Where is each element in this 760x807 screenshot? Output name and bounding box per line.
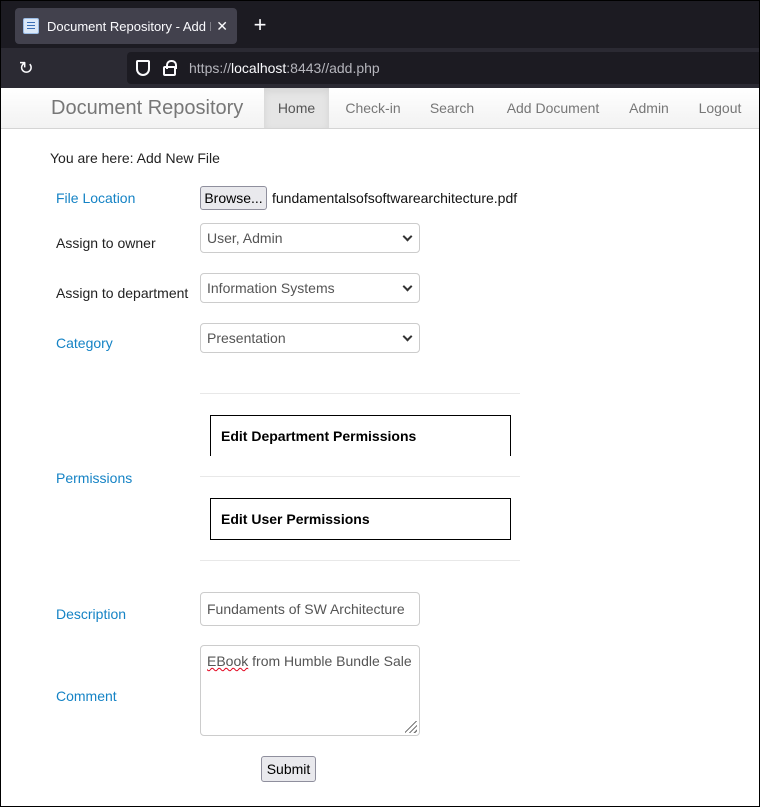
description-label[interactable]: Description <box>56 606 126 622</box>
address-bar[interactable]: https://localhost:8443//add.php <box>127 52 759 84</box>
edit-user-permissions-toggle[interactable]: Edit User Permissions <box>210 498 511 540</box>
permissions-label[interactable]: Permissions <box>56 470 132 486</box>
divider <box>200 476 520 477</box>
nav-home[interactable]: Home <box>264 88 329 128</box>
edit-department-permissions-toggle[interactable]: Edit Department Permissions <box>210 415 511 456</box>
chevron-down-icon <box>402 281 413 292</box>
brand-link[interactable]: Document Repository <box>51 97 243 120</box>
nav-add-document[interactable]: Add Document <box>497 88 609 128</box>
owner-select-value: User, Admin <box>207 230 283 246</box>
document-favicon-icon <box>23 18 39 34</box>
description-input[interactable]: Fundaments of SW Architecture <box>200 592 420 626</box>
nav-search[interactable]: Search <box>421 88 483 128</box>
submit-button[interactable]: Submit <box>261 756 316 782</box>
nav-admin[interactable]: Admin <box>621 88 677 128</box>
category-select[interactable]: Presentation <box>200 323 420 353</box>
shield-icon[interactable] <box>136 60 150 76</box>
url-text[interactable]: https://localhost:8443//add.php <box>189 60 380 76</box>
breadcrumb: You are here: Add New File <box>50 150 220 166</box>
site-navbar: Document Repository Home Check-in Search… <box>1 88 759 129</box>
reload-icon[interactable]: ↻ <box>15 57 37 79</box>
department-label: Assign to department <box>56 285 189 301</box>
browser-tab[interactable]: Document Repository - Add Ne ✕ <box>15 8 237 44</box>
department-select[interactable]: Information Systems <box>200 273 420 303</box>
comment-label[interactable]: Comment <box>56 688 117 704</box>
comment-misspelled-word: EBook <box>207 653 249 669</box>
tab-title: Document Repository - Add Ne <box>47 18 212 34</box>
comment-text: from Humble Bundle Sale <box>248 653 412 669</box>
divider <box>200 393 520 394</box>
description-value: Fundaments of SW Architecture <box>207 601 405 617</box>
divider <box>200 560 520 561</box>
resize-handle-icon[interactable] <box>405 721 417 733</box>
browser-tab-bar: Document Repository - Add Ne ✕ + <box>1 1 759 48</box>
owner-select[interactable]: User, Admin <box>200 223 420 253</box>
chevron-down-icon <box>402 231 413 242</box>
chevron-down-icon <box>402 331 413 342</box>
category-select-value: Presentation <box>207 330 286 346</box>
nav-check-in[interactable]: Check-in <box>337 88 409 128</box>
selected-file-name: fundamentalsofsoftwarearchitecture.pdf <box>272 190 518 206</box>
owner-label: Assign to owner <box>56 235 156 251</box>
comment-textarea[interactable]: EBook from Humble Bundle Sale <box>200 645 420 736</box>
lock-icon[interactable] <box>163 60 177 76</box>
category-label[interactable]: Category <box>56 335 113 351</box>
new-tab-icon[interactable]: + <box>249 13 271 39</box>
nav-logout[interactable]: Logout <box>689 88 751 128</box>
browse-button[interactable]: Browse... <box>200 186 267 210</box>
file-location-label[interactable]: File Location <box>56 190 135 206</box>
close-tab-icon[interactable]: ✕ <box>215 18 229 35</box>
department-select-value: Information Systems <box>207 280 335 296</box>
browser-toolbar: ↻ https://localhost:8443//add.php <box>1 48 759 88</box>
